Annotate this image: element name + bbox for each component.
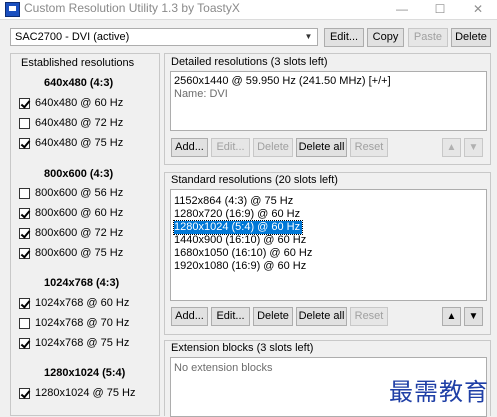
detailed-add-button[interactable]: Add... (171, 138, 208, 157)
empty-state-text: No extension blocks (174, 362, 273, 374)
group-heading: 640x480 (4:3) (44, 77, 114, 89)
standard-add-button[interactable]: Add... (171, 307, 208, 326)
list-item[interactable]: 1152x864 (4:3) @ 75 Hz (174, 195, 293, 208)
checkbox-label: 1024x768 @ 70 Hz (35, 317, 130, 329)
list-item-detail: Name: DVI (174, 88, 228, 100)
checkbox-box[interactable] (19, 188, 30, 199)
checkbox-label: 800x600 @ 60 Hz (35, 207, 124, 219)
standard-edit-button[interactable]: Edit... (211, 307, 250, 326)
established-title: Established resolutions (21, 57, 135, 69)
chevron-down-icon: ▼ (304, 32, 313, 41)
detailed-edit-button[interactable]: Edit... (211, 138, 250, 157)
delete-display-button[interactable]: Delete (451, 28, 491, 47)
checkbox-label: 640x480 @ 72 Hz (35, 117, 124, 129)
standard-reset-button[interactable]: Reset (350, 307, 388, 326)
standard-resolutions-list[interactable]: 1152x864 (4:3) @ 75 Hz 1280x720 (16:9) @… (170, 189, 487, 301)
copy-button[interactable]: Copy (367, 28, 404, 47)
checkbox-box[interactable] (19, 318, 30, 329)
group-heading: 800x600 (4:3) (44, 168, 114, 180)
detailed-delete-button[interactable]: Delete (253, 138, 293, 157)
detailed-reset-button[interactable]: Reset (350, 138, 388, 157)
detailed-resolutions-list[interactable]: 2560x1440 @ 59.950 Hz (241.50 MHz) [+/+]… (170, 71, 487, 131)
window-title: Custom Resolution Utility 1.3 by ToastyX (24, 1, 240, 15)
checkbox-label: 1024x768 @ 75 Hz (35, 337, 130, 349)
minimize-button[interactable]: — (383, 0, 421, 19)
move-down-icon[interactable]: ▼ (464, 307, 483, 326)
checkbox-box[interactable] (19, 208, 30, 219)
group-heading: 1024x768 (4:3) (44, 277, 120, 289)
move-up-icon[interactable]: ▲ (442, 307, 461, 326)
checkbox-label: 640x480 @ 60 Hz (35, 97, 124, 109)
group-heading: 1280x1024 (5:4) (44, 367, 126, 379)
move-down-icon[interactable]: ▼ (464, 138, 483, 157)
title-bar: Custom Resolution Utility 1.3 by ToastyX… (0, 0, 497, 20)
standard-delete-button[interactable]: Delete (253, 307, 293, 326)
list-item[interactable]: 1280x720 (16:9) @ 60 Hz (174, 208, 300, 221)
list-item-selected[interactable]: 1280x1024 (5:4) @ 60 Hz (172, 220, 304, 235)
checkbox-label: 1280x1024 @ 75 Hz (35, 387, 136, 399)
checkbox-label: 800x600 @ 75 Hz (35, 247, 124, 259)
checkbox-box[interactable] (19, 338, 30, 349)
edit-display-button[interactable]: Edit... (324, 28, 364, 47)
list-item[interactable]: 2560x1440 @ 59.950 Hz (241.50 MHz) [+/+] (174, 75, 391, 88)
list-item[interactable]: 1920x1080 (16:9) @ 60 Hz (174, 260, 306, 273)
app-icon (5, 2, 20, 17)
checkbox-box[interactable] (19, 98, 30, 109)
close-button[interactable]: ✕ (459, 0, 497, 19)
move-up-icon[interactable]: ▲ (442, 138, 461, 157)
checkbox-label: 1024x768 @ 60 Hz (35, 297, 130, 309)
list-item[interactable]: 1680x1050 (16:10) @ 60 Hz (174, 247, 312, 260)
checkbox-box[interactable] (19, 388, 30, 399)
paste-button[interactable]: Paste (408, 28, 448, 47)
detailed-resolutions-group: Detailed resolutions (3 slots left) 2560… (164, 53, 491, 165)
checkbox-box[interactable] (19, 118, 30, 129)
standard-resolutions-group: Standard resolutions (20 slots left) 115… (164, 172, 491, 335)
display-select[interactable]: SAC2700 - DVI (active) ▼ (10, 28, 318, 46)
list-item[interactable]: 1440x900 (16:10) @ 60 Hz (174, 234, 306, 247)
checkbox-box[interactable] (19, 248, 30, 259)
established-resolutions-panel: Established resolutions 640x480 (4:3) 64… (10, 53, 160, 416)
watermark: 最需教育 (389, 378, 489, 406)
checkbox-box[interactable] (19, 138, 30, 149)
checkbox-box[interactable] (19, 228, 30, 239)
standard-delete-all-button[interactable]: Delete all (296, 307, 347, 326)
extension-title: Extension blocks (3 slots left) (171, 342, 314, 354)
checkbox-box[interactable] (19, 298, 30, 309)
display-select-value: SAC2700 - DVI (active) (15, 31, 130, 43)
checkbox-label: 800x600 @ 72 Hz (35, 227, 124, 239)
detailed-title: Detailed resolutions (3 slots left) (171, 56, 328, 68)
maximize-button[interactable]: ☐ (421, 0, 459, 19)
checkbox-label: 800x600 @ 56 Hz (35, 187, 124, 199)
detailed-delete-all-button[interactable]: Delete all (296, 138, 347, 157)
standard-title: Standard resolutions (20 slots left) (171, 174, 338, 186)
checkbox-label: 640x480 @ 75 Hz (35, 137, 124, 149)
